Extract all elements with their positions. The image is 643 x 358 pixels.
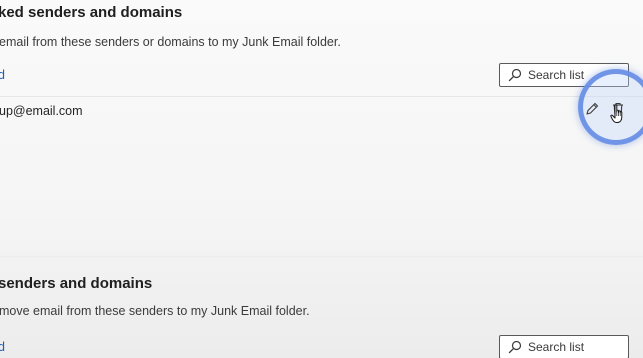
safe-search-input[interactable]: Search list [499,335,629,358]
blocked-senders-title: ked senders and domains [0,4,183,21]
blocked-add-link[interactable]: d [0,68,5,82]
safe-senders-section: senders and domains move email from thes… [0,258,643,358]
search-icon [508,340,522,354]
blocked-search-placeholder: Search list [528,68,585,82]
safe-senders-description: move email from these senders to my Junk… [0,304,310,318]
search-icon [508,68,522,82]
safe-add-link[interactable]: d [0,340,5,354]
safe-search-placeholder: Search list [528,340,585,354]
pencil-icon [584,101,600,122]
edit-button[interactable] [582,101,602,121]
junk-email-settings-page: ked senders and domains email from these… [0,0,643,358]
safe-senders-title: senders and domains [0,275,153,292]
blocked-senders-section: ked senders and domains email from these… [0,0,643,258]
blocked-entry-email: up@email.com [0,104,83,118]
blocked-list-item: up@email.com [0,97,643,125]
blocked-senders-description: email from these senders or domains to m… [0,35,341,49]
hand-pointer-icon [610,104,626,124]
